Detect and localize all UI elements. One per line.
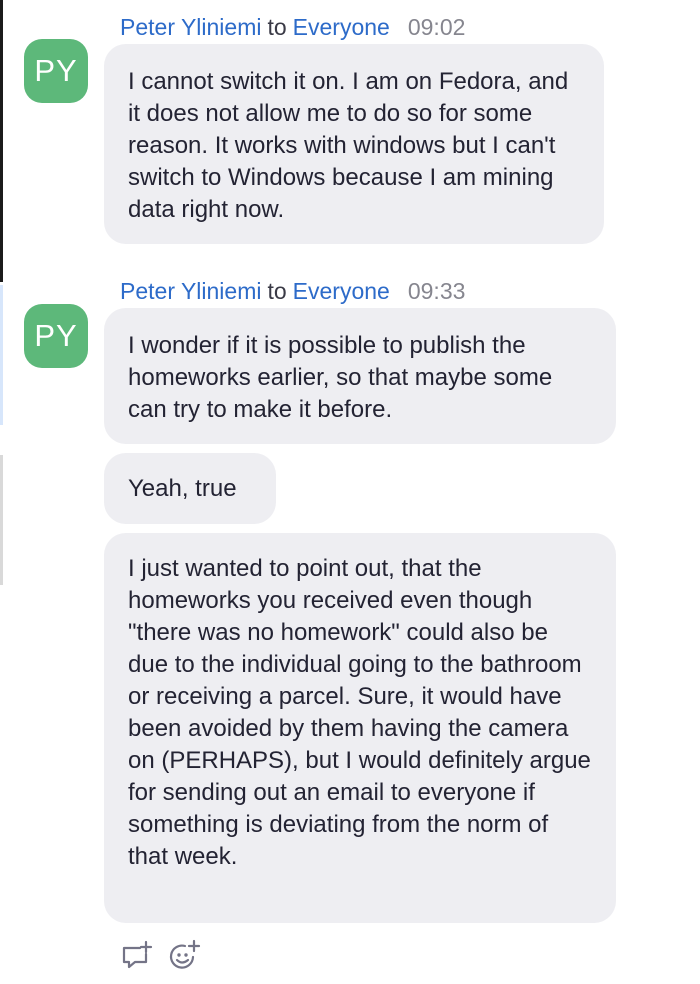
recipient-name[interactable]: Everyone <box>293 278 390 304</box>
message-bubble[interactable]: I cannot switch it on. I am on Fedora, a… <box>104 44 604 244</box>
avatar[interactable]: PY <box>24 39 88 103</box>
reply-in-thread-icon[interactable] <box>118 938 154 974</box>
edge-dark-segment <box>0 0 3 282</box>
message-header: Peter Yliniemi to Everyone 09:33 <box>120 276 465 306</box>
edge-blue-segment <box>0 285 3 425</box>
message-bubble[interactable]: I just wanted to point out, that the hom… <box>104 533 616 923</box>
sender-name[interactable]: Peter Yliniemi <box>120 14 261 40</box>
avatar[interactable]: PY <box>24 304 88 368</box>
timestamp: 09:02 <box>407 14 466 40</box>
window-edge <box>0 0 4 984</box>
message-bubble[interactable]: I wonder if it is possible to publish th… <box>104 308 616 444</box>
add-reaction-icon[interactable] <box>166 938 202 974</box>
recipient-name[interactable]: Everyone <box>293 14 390 40</box>
timestamp: 09:33 <box>407 278 466 304</box>
message-header: Peter Yliniemi to Everyone 09:02 <box>120 12 465 42</box>
to-label: to <box>267 278 287 304</box>
edge-grey-segment <box>0 455 3 585</box>
add-reaction-icon-svg <box>169 939 201 969</box>
to-label: to <box>267 14 287 40</box>
reply-in-thread-icon-svg <box>122 940 153 969</box>
message-bubble[interactable]: Yeah, true <box>104 453 276 524</box>
sender-name[interactable]: Peter Yliniemi <box>120 278 261 304</box>
